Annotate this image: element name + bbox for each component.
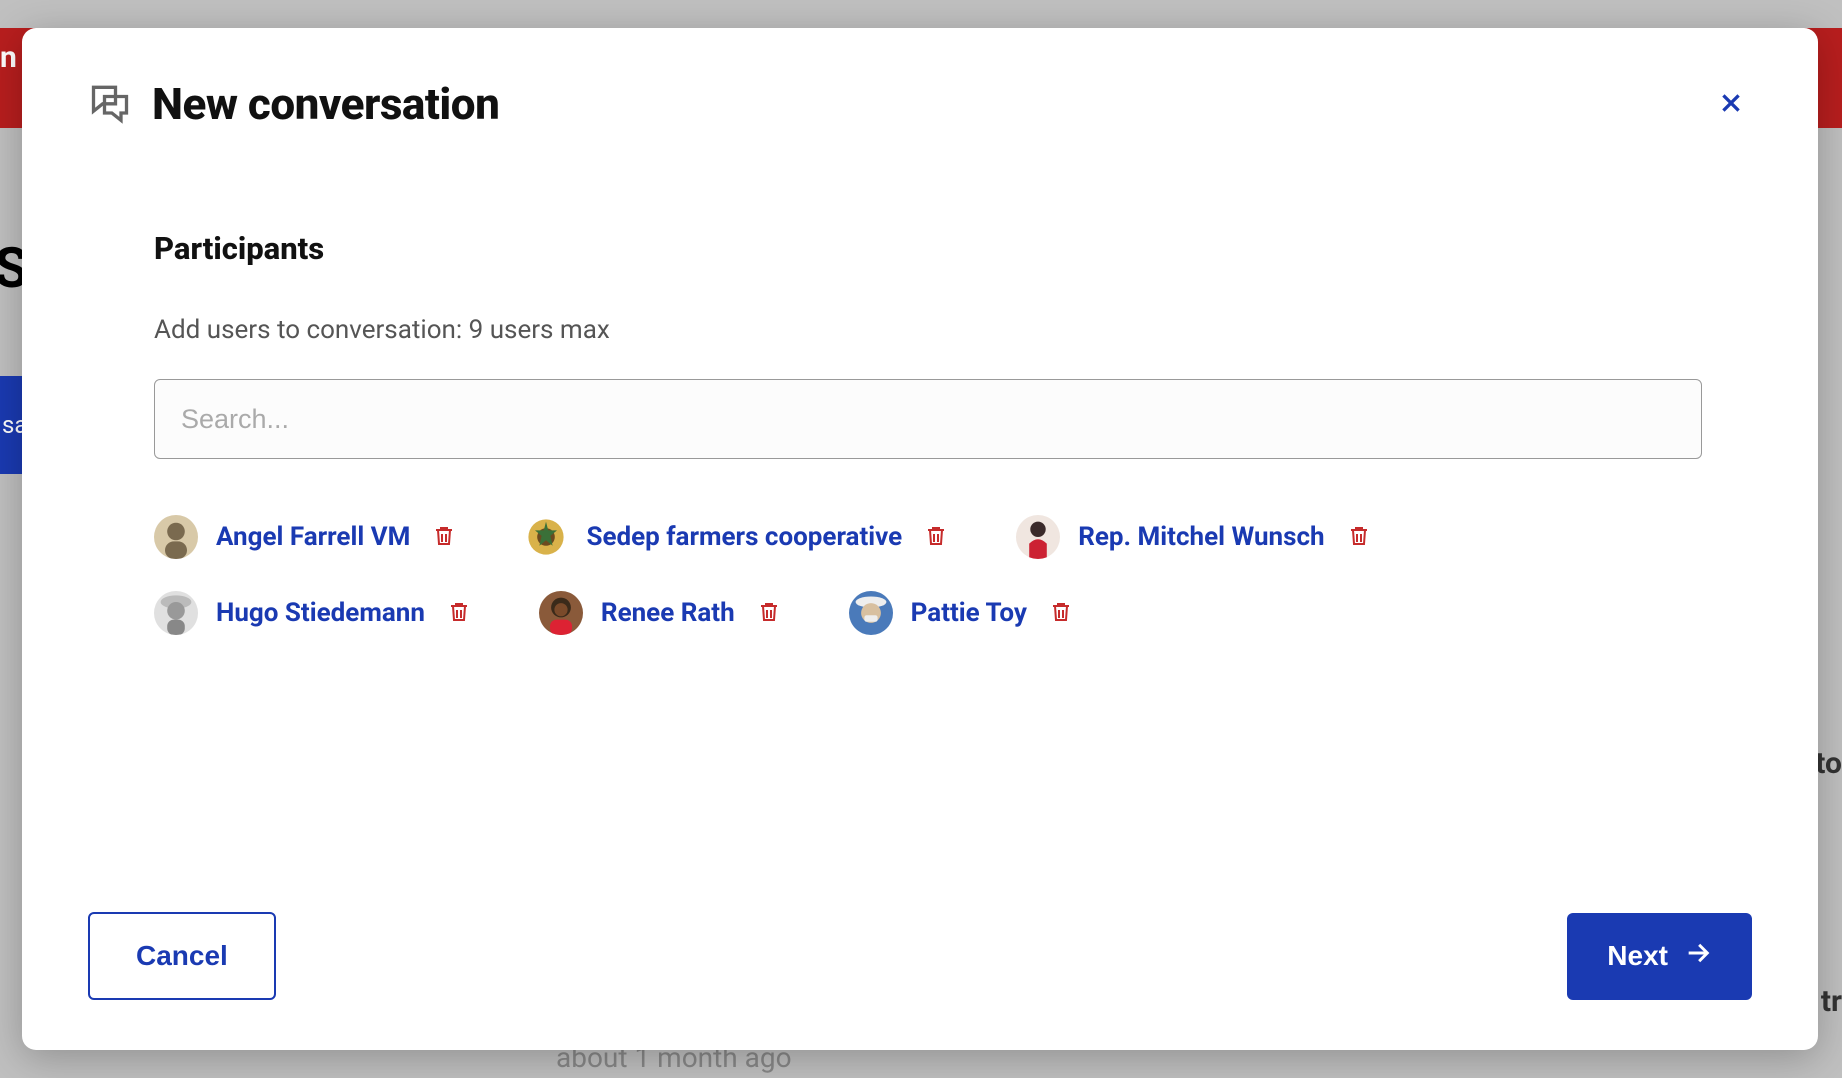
participants-heading: Participants: [154, 230, 1702, 267]
participants-list: Angel Farrell VM Sedep farmers cooperati…: [154, 515, 1702, 635]
conversation-icon: [88, 80, 132, 128]
participant-name-link[interactable]: Angel Farrell VM: [216, 522, 410, 552]
avatar: [154, 591, 198, 635]
search-input[interactable]: [154, 379, 1702, 459]
cancel-button[interactable]: Cancel: [88, 912, 276, 1000]
trash-icon: [757, 613, 781, 628]
trash-icon: [924, 537, 948, 552]
avatar: [539, 591, 583, 635]
trash-icon: [447, 613, 471, 628]
avatar: [524, 515, 568, 559]
modal-footer: Cancel Next: [88, 912, 1752, 1000]
modal-title-wrap: New conversation: [88, 78, 499, 130]
participant-chip: Sedep farmers cooperative: [524, 515, 952, 559]
modal-header: New conversation: [88, 78, 1752, 130]
helper-text: Add users to conversation: 9 users max: [154, 315, 1702, 345]
close-icon: [1718, 104, 1744, 119]
participant-chip: Renee Rath: [539, 591, 785, 635]
participant-name-link[interactable]: Hugo Stiedemann: [216, 598, 425, 628]
trash-icon: [1347, 537, 1371, 552]
remove-participant-button[interactable]: [1045, 595, 1077, 632]
remove-participant-button[interactable]: [920, 519, 952, 556]
avatar: [849, 591, 893, 635]
next-button[interactable]: Next: [1567, 913, 1752, 1000]
participant-name-link[interactable]: Renee Rath: [601, 598, 735, 628]
participant-chip: Pattie Toy: [849, 591, 1077, 635]
participant-name-link[interactable]: Rep. Mitchel Wunsch: [1078, 522, 1324, 552]
next-button-label: Next: [1607, 940, 1668, 972]
bg-text-fragment: tr: [1821, 984, 1842, 1019]
bg-text-fragment: n: [0, 40, 17, 75]
participant-chip: Angel Farrell VM: [154, 515, 460, 559]
remove-participant-button[interactable]: [428, 519, 460, 556]
modal-title: New conversation: [152, 78, 499, 130]
participant-chip: Hugo Stiedemann: [154, 591, 475, 635]
participant-name-link[interactable]: Sedep farmers cooperative: [586, 522, 902, 552]
arrow-right-icon: [1684, 939, 1712, 974]
avatar: [1016, 515, 1060, 559]
remove-participant-button[interactable]: [1343, 519, 1375, 556]
remove-participant-button[interactable]: [443, 595, 475, 632]
avatar: [154, 515, 198, 559]
close-button[interactable]: [1710, 82, 1752, 127]
remove-participant-button[interactable]: [753, 595, 785, 632]
participant-name-link[interactable]: Pattie Toy: [911, 598, 1027, 628]
bg-text-fragment: to: [1815, 746, 1842, 781]
new-conversation-modal: New conversation Participants Add users …: [22, 28, 1818, 1050]
participant-chip: Rep. Mitchel Wunsch: [1016, 515, 1374, 559]
trash-icon: [432, 537, 456, 552]
trash-icon: [1049, 613, 1073, 628]
modal-content: Participants Add users to conversation: …: [88, 230, 1752, 912]
